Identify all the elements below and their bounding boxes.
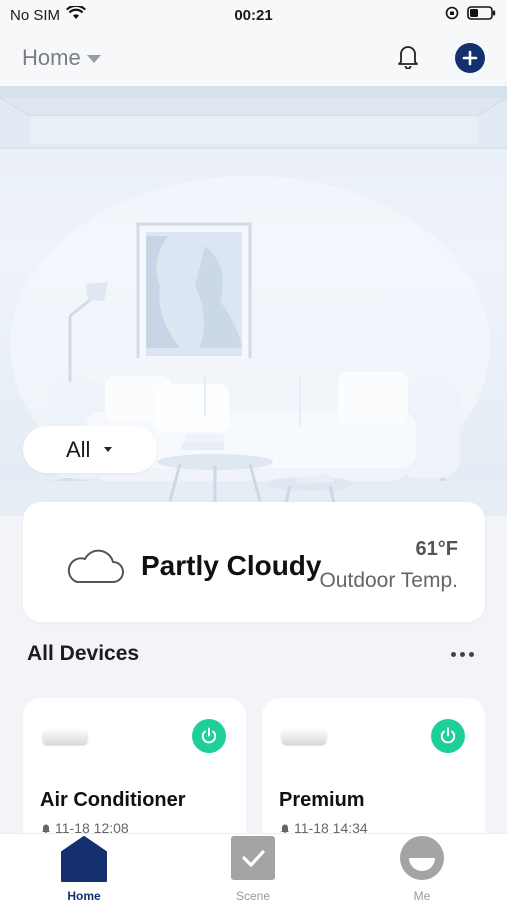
outdoor-temperature-label: Outdoor Temp. [319,569,458,592]
device-name: Premium [279,789,365,811]
carrier-label: No SIM [10,6,61,24]
home-selector[interactable]: Home [22,45,101,71]
device-filter-label: All [66,436,91,462]
more-options-icon[interactable] [451,652,474,657]
add-button[interactable] [455,43,485,73]
caret-down-icon [86,55,101,63]
air-conditioner-icon [43,730,87,744]
top-header: Home [0,30,507,86]
wifi-icon [66,4,86,24]
tab-me-label: Me [413,889,431,900]
device-filter-dropdown[interactable]: All [23,426,157,473]
bell-icon[interactable] [395,43,421,74]
power-button[interactable] [431,719,465,753]
orientation-lock-icon [445,6,459,24]
home-icon [61,834,107,887]
plus-icon [462,50,478,66]
section-title: All Devices [27,642,140,665]
scene-icon [230,834,276,887]
power-icon [201,727,217,744]
tab-bar: Home Scene Me [0,833,507,900]
power-icon [440,727,456,744]
weather-card: Partly Cloudy 61°F Outdoor Temp. [23,502,485,622]
profile-icon [399,834,445,887]
device-name: Air Conditioner [40,789,186,811]
status-bar: No SIM 00:21 [0,0,507,30]
app-screen: No SIM 00:21 Home All Partly Cloudy 61°F… [0,0,507,900]
clock: 00:21 [234,6,273,24]
weather-condition: Partly Cloudy [141,550,322,581]
caret-down-icon [104,447,113,452]
home-selector-label: Home [22,45,81,70]
tab-scene-label: Scene [235,889,271,900]
tab-home[interactable]: Home [24,834,144,900]
outdoor-temperature: 61°F [415,538,458,560]
tab-home-label: Home [67,889,101,900]
tab-me[interactable]: Me [362,834,482,900]
tab-scene[interactable]: Scene [193,834,313,900]
battery-icon [467,6,497,24]
air-conditioner-icon [282,730,326,744]
cloud-icon [63,547,125,590]
power-button[interactable] [192,719,226,753]
